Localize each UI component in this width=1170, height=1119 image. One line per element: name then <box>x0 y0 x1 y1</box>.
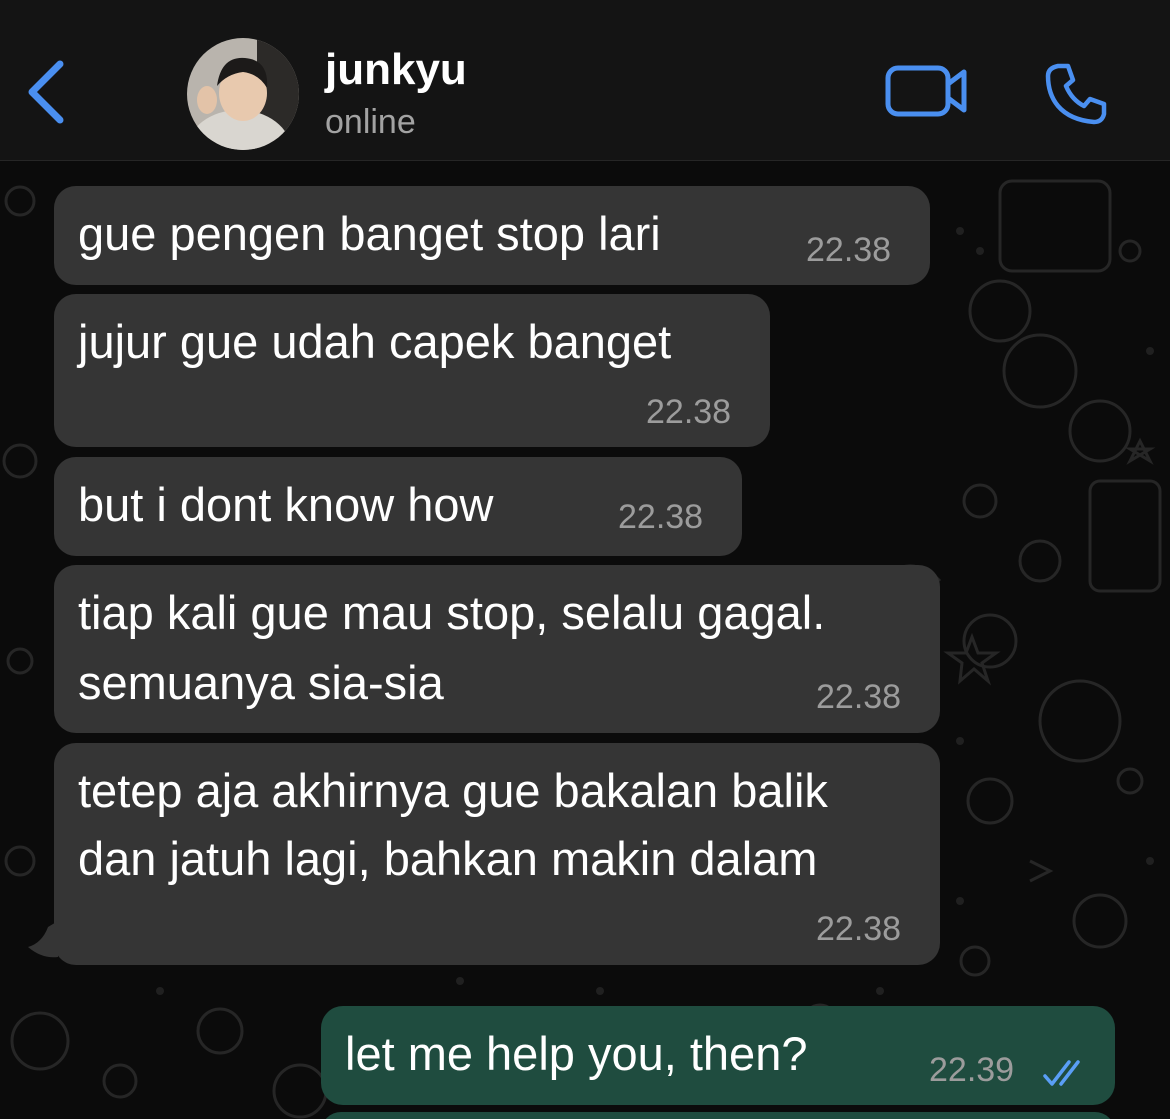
message-list[interactable]: gue pengen banget stop lari 22.38 jujur … <box>0 161 1170 1119</box>
chat-header: junkyu online <box>0 0 1170 161</box>
contact-avatar[interactable] <box>187 38 299 150</box>
incoming-message[interactable]: tiap kali gue mau stop, selalu gagal. se… <box>54 565 940 733</box>
message-time: 22.38 <box>816 910 902 948</box>
back-button[interactable] <box>24 54 74 130</box>
incoming-message[interactable]: tetep aja akhirnya gue bakalan balik dan… <box>54 743 940 965</box>
message-text-line-2: semuanya sia-sia <box>78 656 444 709</box>
chat-screen: junkyu online gue pengen banget stop lar… <box>0 0 1170 1119</box>
message-time: 22.38 <box>646 393 732 431</box>
incoming-message[interactable]: but i dont know how 22.38 <box>54 457 742 556</box>
message-text: but i dont know how <box>78 478 494 531</box>
contact-status: online <box>325 103 416 141</box>
message-text: jujur gue udah capek banget <box>78 315 672 368</box>
message-time: 22.39 <box>929 1051 1015 1089</box>
outgoing-message[interactable]: let me help you, then? 22.39 <box>321 1006 1115 1105</box>
message-time: 22.38 <box>618 498 704 536</box>
voice-call-button[interactable] <box>1040 58 1112 130</box>
message-text-line-1: tiap kali gue mau stop, selalu gagal. <box>78 586 826 639</box>
incoming-message[interactable]: jujur gue udah capek banget 22.38 <box>54 294 770 447</box>
contact-name[interactable]: junkyu <box>325 44 467 96</box>
phone-icon <box>1045 63 1107 125</box>
video-camera-icon <box>885 65 967 117</box>
outgoing-message-partial[interactable] <box>321 1112 1115 1119</box>
message-text-line-2: dan jatuh lagi, bahkan makin dalam <box>78 832 818 885</box>
message-time: 22.38 <box>806 231 892 269</box>
message-text: let me help you, then? <box>345 1027 808 1080</box>
message-text-line-1: tetep aja akhirnya gue bakalan balik <box>78 764 828 817</box>
message-text: gue pengen banget stop lari <box>78 207 661 260</box>
incoming-message[interactable]: gue pengen banget stop lari 22.38 <box>54 186 930 285</box>
bubble-tail <box>28 921 58 958</box>
double-check-read-icon <box>1043 1060 1080 1086</box>
chevron-left-icon <box>28 60 64 124</box>
message-time: 22.38 <box>816 678 902 716</box>
video-call-button[interactable] <box>880 58 972 124</box>
